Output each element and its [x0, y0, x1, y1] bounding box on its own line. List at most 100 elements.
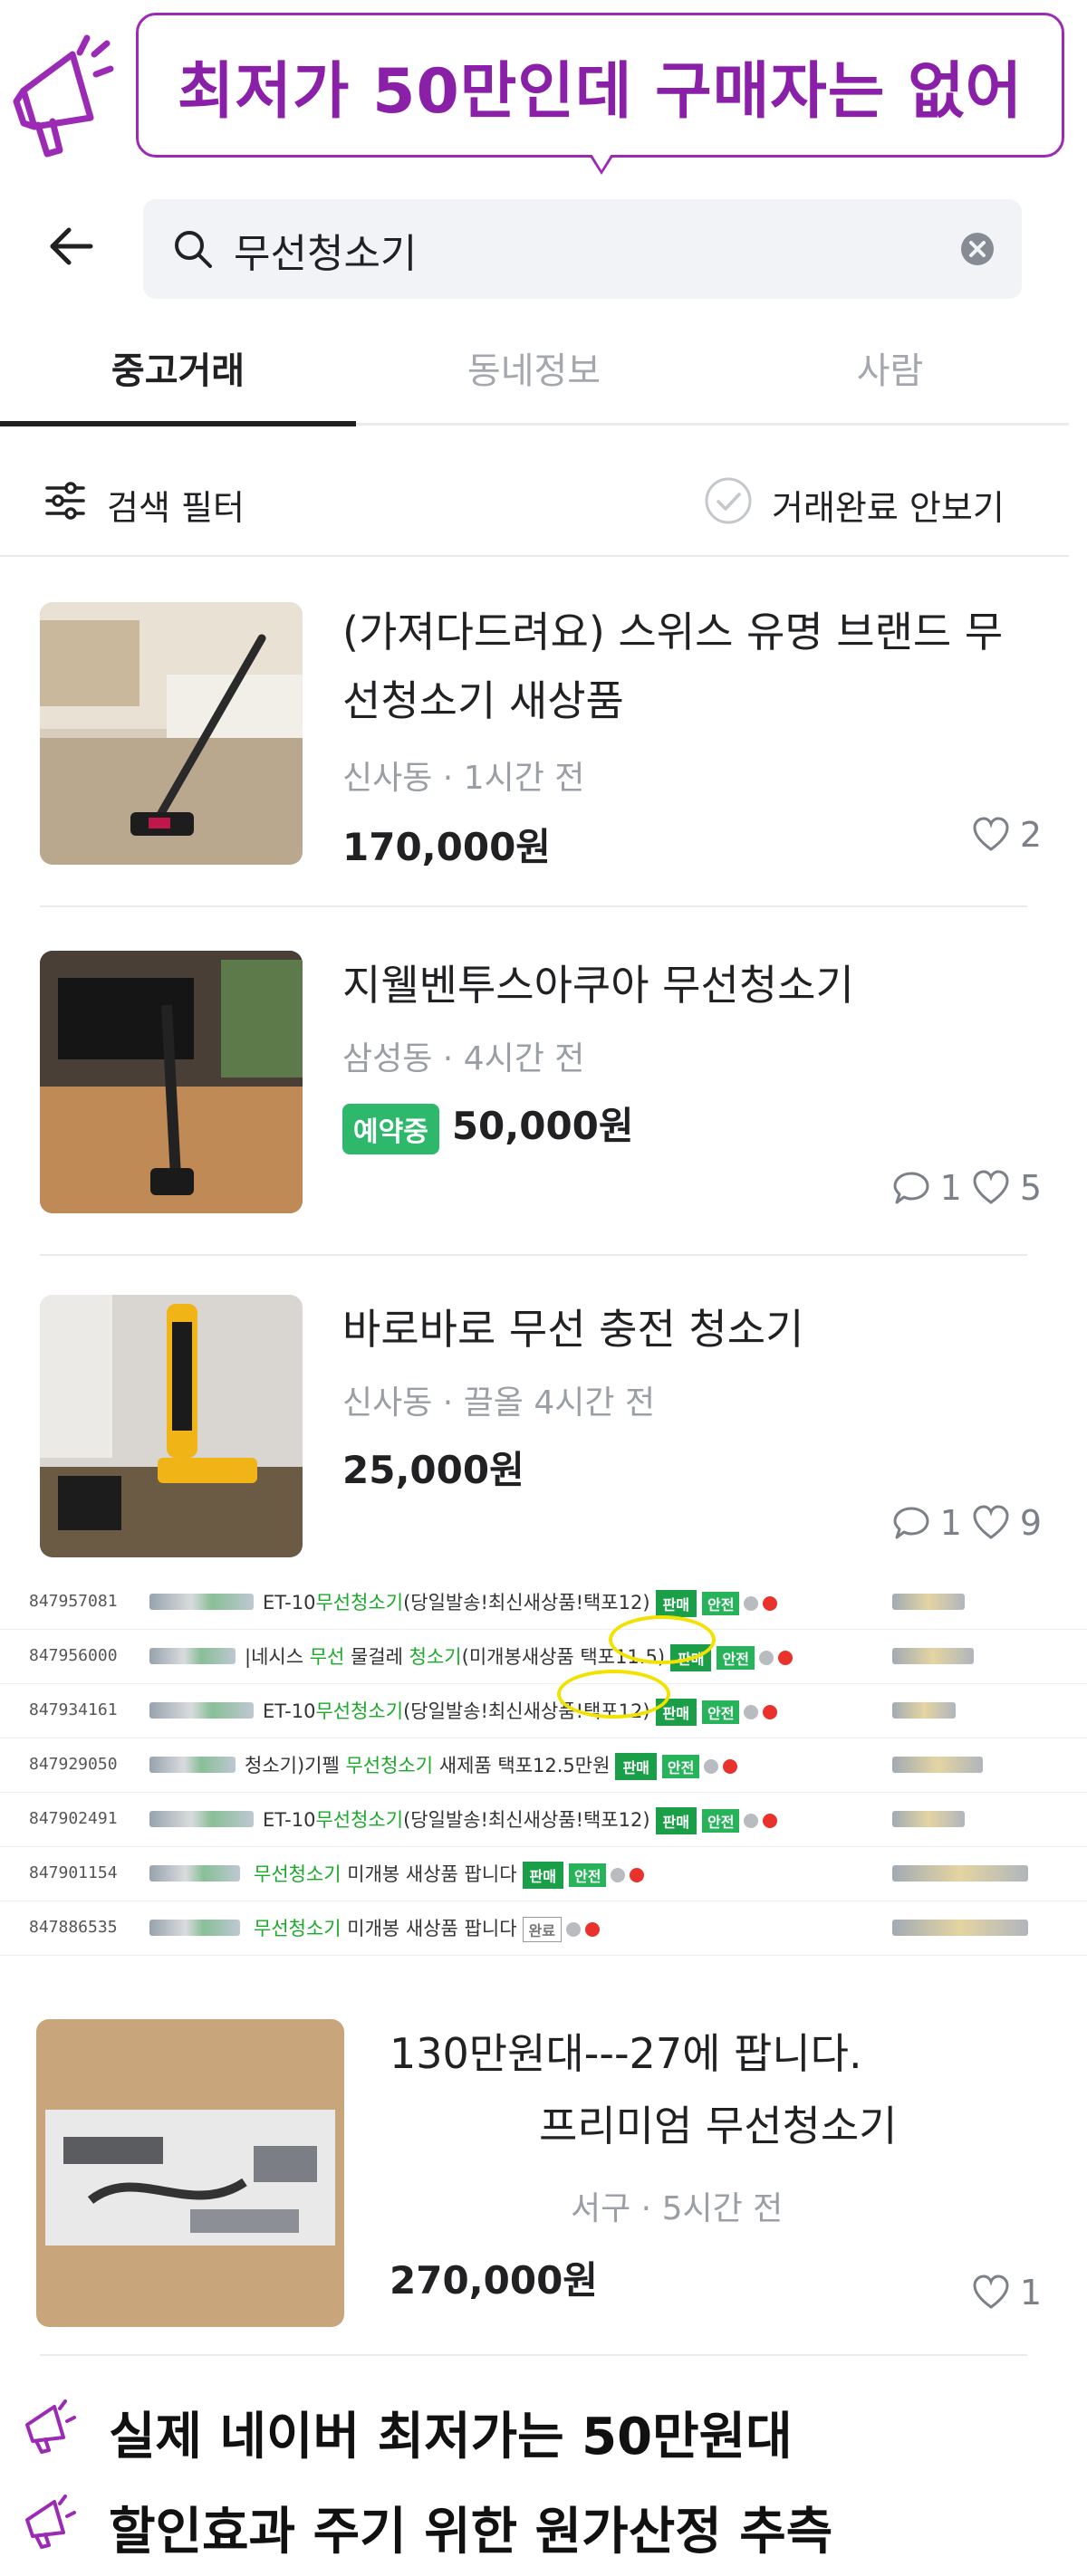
heart-icon — [973, 817, 1009, 851]
list-item[interactable]: 130만원대---27에 팝니다. 프리미엄 무선청소기 서구 · 5시간 전 … — [0, 2010, 1069, 2336]
like-count: 2 — [1019, 815, 1042, 855]
filter-row: 검색 필터 거래완료 안보기 — [0, 457, 1069, 557]
listing-title[interactable]: (가져다드려요) 스위스 유명 브랜드 무선청소기 새상품 — [342, 598, 1031, 735]
tab-people[interactable]: 사람 — [712, 326, 1068, 423]
table-row[interactable]: 847957081 ET-10무선청소기(당일발송!최신새상품!택포12) 판매 안… — [0, 1575, 1087, 1630]
blurred-region — [149, 1757, 236, 1773]
marketplace-listing-table: 847957081 ET-10무선청소기(당일발송!최신새상품!택포12) 판매 안… — [0, 1575, 1087, 1974]
row-title[interactable]: ET-10무선청소기(당일발송!최신새상품!택포12) 판매 안전 — [263, 1697, 778, 1726]
check-circle-icon[interactable] — [703, 475, 754, 526]
like-count: 1 — [1019, 2273, 1042, 2313]
row-id: 847957081 — [29, 1592, 118, 1611]
headline-banner: 최저가 50만인데 구매자는 없어 — [0, 0, 1087, 190]
listing-counts: 1 9 — [891, 1503, 1042, 1543]
blurred-region — [149, 1594, 254, 1610]
product-photo — [40, 951, 303, 1213]
chat-icon — [893, 1172, 929, 1204]
row-title[interactable]: 무선청소기 미개봉 새상품 팝니다 판매 안전 — [254, 1860, 645, 1889]
heart-icon — [973, 2274, 1009, 2309]
blurred-seller — [892, 1648, 974, 1664]
tab-used-trade[interactable]: 중고거래 — [0, 326, 356, 426]
row-title[interactable]: ET-10무선청소기(당일발송!최신새상품!택포12) 판매 안전 — [263, 1805, 778, 1834]
tab-neighborhood-info[interactable]: 동네정보 — [356, 326, 712, 423]
row-id: 847886535 — [29, 1918, 118, 1937]
blurred-seller — [892, 1757, 983, 1773]
table-row[interactable]: 847929050 청소기)기펠 무선청소기 새제품 택포12.5만원 판매 안전 — [0, 1738, 1087, 1793]
listing-price: 25,000원 — [342, 1448, 524, 1492]
blurred-seller — [892, 1594, 965, 1610]
list-item[interactable]: (가져다드려요) 스위스 유명 브랜드 무선청소기 새상품 신사동 · 1시간 … — [0, 598, 1069, 905]
search-icon — [175, 231, 212, 268]
listing-meta: 신사동 · 1시간 전 — [342, 760, 585, 797]
clear-icon[interactable] — [960, 232, 995, 266]
heart-icon — [973, 1170, 1009, 1204]
chat-count: 1 — [939, 1168, 962, 1208]
like-count: 9 — [1019, 1503, 1042, 1543]
tab-bar: 중고거래 동네정보 사람 — [0, 326, 1069, 426]
highlight-circle — [609, 1615, 716, 1664]
megaphone-icon — [25, 2495, 76, 2549]
product-photo — [40, 1295, 303, 1557]
blurred-seller — [892, 1702, 956, 1719]
product-photo — [36, 2019, 344, 2327]
listing-title-line1[interactable]: 130만원대---27에 팝니다. — [390, 2019, 1078, 2088]
listing-title-line2[interactable]: 프리미엄 무선청소기 — [539, 2092, 1087, 2160]
heart-icon — [973, 1505, 1009, 1539]
table-row[interactable]: 847901154 무선청소기 미개봉 새상품 팝니다 판매 안전 — [0, 1847, 1087, 1901]
table-row[interactable]: 847902491 ET-10무선청소기(당일발송!최신새상품!택포12) 판매 안… — [0, 1793, 1087, 1847]
blurred-region — [149, 1865, 240, 1882]
table-row[interactable]: 847934161 ET-10무선청소기(당일발송!최신새상품!택포12) 판매 안… — [0, 1684, 1087, 1738]
speech-bubble: 최저가 50만인데 구매자는 없어 — [136, 13, 1064, 158]
blurred-region — [149, 1702, 254, 1719]
highlight-circle — [557, 1670, 670, 1719]
list-item[interactable]: 바로바로 무선 충전 청소기 신사동 · 끌올 4시간 전 25,000원 1 … — [0, 1286, 1069, 1575]
search-filter-button[interactable]: 검색 필터 — [107, 480, 245, 530]
blurred-region — [149, 1920, 240, 1936]
listing-price: 170,000원 — [342, 825, 551, 869]
row-title[interactable]: 무선청소기 미개봉 새상품 팝니다 완료 — [254, 1914, 600, 1942]
row-title[interactable]: ET-10무선청소기(당일발송!최신새상품!택포12) 판매 안전 — [263, 1588, 778, 1617]
table-row[interactable]: 847886535 무선청소기 미개봉 새상품 팝니다 완료 — [0, 1901, 1087, 1956]
listing-meta: 삼성동 · 4시간 전 — [342, 1040, 585, 1077]
blurred-seller — [892, 1865, 1028, 1882]
listing-price: 50,000원 — [451, 1104, 634, 1148]
like-count: 5 — [1019, 1168, 1042, 1208]
megaphone-icon — [13, 34, 114, 158]
chat-icon — [893, 1507, 929, 1539]
chat-count: 1 — [939, 1503, 962, 1543]
caption: 할인효과 주기 위한 원가산정 추측 — [0, 2485, 1087, 2562]
product-photo — [40, 602, 303, 865]
caption: 실제 네이버 최저가는 50만원대 — [0, 2390, 1087, 2466]
hide-completed-toggle[interactable]: 거래완료 안보기 — [772, 480, 1005, 530]
listing-price-row: 예약중 50,000원 — [342, 1096, 634, 1154]
row-id: 847956000 — [29, 1646, 118, 1665]
back-arrow-icon[interactable] — [45, 221, 96, 272]
listing-title[interactable]: 바로바로 무선 충전 청소기 — [342, 1295, 1031, 1364]
listing-meta: 서구 · 5시간 전 — [571, 2190, 784, 2227]
search-input[interactable]: 무선청소기 — [143, 199, 1022, 299]
row-id: 847929050 — [29, 1755, 118, 1774]
blurred-seller — [892, 1811, 965, 1827]
row-id: 847901154 — [29, 1863, 118, 1882]
table-row[interactable]: 847956000 |네시스 무선 물걸레 청소기(미개봉새상품 택포11.5)… — [0, 1630, 1087, 1684]
caption-text: 실제 네이버 최저가는 50만원대 — [109, 2408, 793, 2466]
divider — [40, 1254, 1027, 1256]
banner-text: 최저가 50만인데 구매자는 없어 — [177, 55, 1024, 128]
row-title[interactable]: 청소기)기펠 무선청소기 새제품 택포12.5만원 판매 안전 — [245, 1751, 738, 1780]
megaphone-icon — [25, 2399, 76, 2454]
listing-counts: 2 — [971, 815, 1042, 855]
listing-counts: 1 — [971, 2273, 1042, 2313]
blurred-region — [149, 1648, 236, 1664]
divider — [40, 905, 1027, 907]
search-query[interactable]: 무선청소기 — [234, 221, 417, 279]
row-id: 847902491 — [29, 1809, 118, 1828]
filter-icon[interactable] — [43, 479, 87, 522]
reserved-badge: 예약중 — [342, 1103, 439, 1154]
list-item[interactable]: 지웰벤투스아쿠아 무선청소기 삼성동 · 4시간 전 예약중 50,000원 1 … — [0, 942, 1069, 1250]
listing-title[interactable]: 지웰벤투스아쿠아 무선청소기 — [342, 951, 1031, 1020]
listing-counts: 1 5 — [891, 1168, 1042, 1208]
blurred-region — [149, 1811, 254, 1827]
divider — [40, 2354, 1027, 2356]
listing-price: 270,000원 — [390, 2258, 598, 2303]
blurred-seller — [892, 1920, 1028, 1936]
